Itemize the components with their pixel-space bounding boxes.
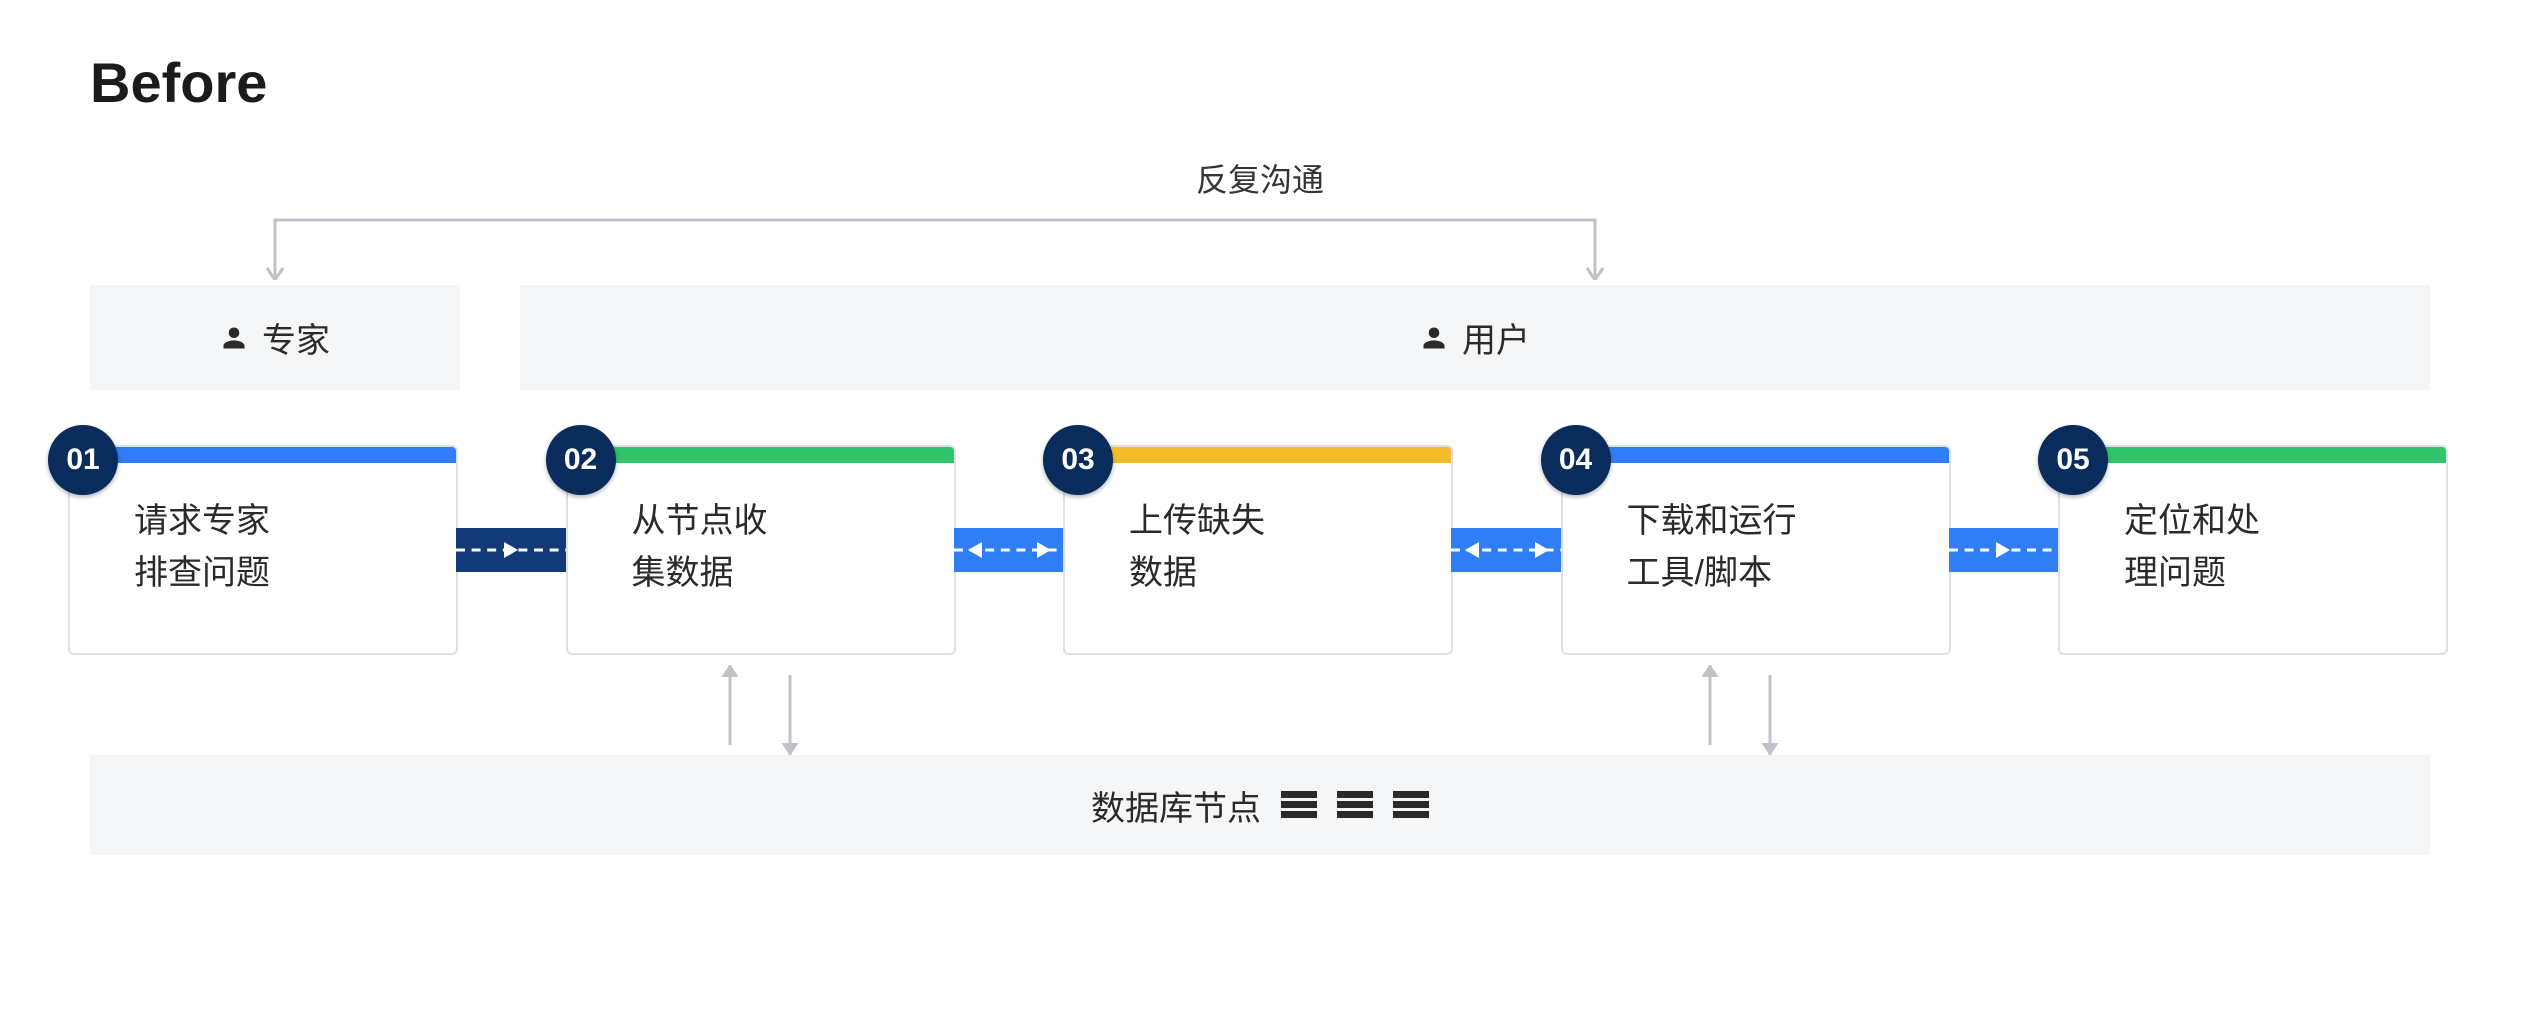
step-text-line: 排查问题 xyxy=(134,547,456,599)
db-link-arrows xyxy=(1680,665,1800,755)
step-badge: 01 xyxy=(48,425,118,495)
arrow-left-icon xyxy=(1461,540,1481,560)
database-nodes-bar: 数据库节点 xyxy=(90,755,2430,855)
arrow-connector-bidirectional xyxy=(1451,528,1563,572)
server-icon xyxy=(1393,791,1429,819)
user-role-box: 用户 xyxy=(520,285,2430,390)
step-text-line: 定位和处 xyxy=(2124,495,2446,547)
flow-diagram: 反复沟通 专家 用户 01 请求专家排查问题 02 从节点收集数据 xyxy=(90,155,2430,975)
arrow-right-icon xyxy=(1994,540,2014,560)
server-icon xyxy=(1281,791,1317,819)
step-02: 02 从节点收集数据 xyxy=(566,445,956,655)
step-text-line: 集数据 xyxy=(632,547,954,599)
step-05: 05 定位和处理问题 xyxy=(2058,445,2448,655)
step-color-bar xyxy=(70,447,456,463)
arrow-connector-bidirectional xyxy=(954,528,1066,572)
db-link-arrows xyxy=(700,665,820,755)
step-badge: 03 xyxy=(1043,425,1113,495)
step-04: 04 下载和运行工具/脚本 xyxy=(1561,445,1951,655)
step-color-bar xyxy=(2060,447,2446,463)
step-color-bar xyxy=(1065,447,1451,463)
step-text-line: 下载和运行 xyxy=(1627,495,1949,547)
step-color-bar xyxy=(1563,447,1949,463)
step-text-line: 数据 xyxy=(1129,547,1451,599)
person-icon xyxy=(1420,324,1448,352)
steps-row: 01 请求专家排查问题 02 从节点收集数据 03 上传缺失数据 xyxy=(68,435,2448,665)
expert-label: 专家 xyxy=(262,313,330,362)
step-text-line: 工具/脚本 xyxy=(1627,547,1949,599)
arrow-connector xyxy=(1949,528,2061,572)
communication-arrow xyxy=(265,210,1605,280)
step-color-bar xyxy=(568,447,954,463)
communication-label: 反复沟通 xyxy=(90,155,2430,201)
person-icon xyxy=(220,324,248,352)
step-01: 01 请求专家排查问题 xyxy=(68,445,458,655)
user-label: 用户 xyxy=(1462,313,1530,362)
expert-role-box: 专家 xyxy=(90,285,460,390)
step-text-line: 上传缺失 xyxy=(1129,495,1451,547)
step-text-line: 理问题 xyxy=(2124,547,2446,599)
server-icon xyxy=(1337,791,1373,819)
arrow-right-icon xyxy=(1533,540,1553,560)
db-label: 数据库节点 xyxy=(1091,781,1261,830)
step-03: 03 上传缺失数据 xyxy=(1063,445,1453,655)
step-badge: 05 xyxy=(2038,425,2108,495)
step-badge: 02 xyxy=(546,425,616,495)
diagram-title: Before xyxy=(90,50,2438,115)
arrow-left-icon xyxy=(964,540,984,560)
step-badge: 04 xyxy=(1541,425,1611,495)
arrow-right-icon xyxy=(502,540,522,560)
arrow-right-icon xyxy=(1035,540,1055,560)
step-text-line: 请求专家 xyxy=(134,495,456,547)
step-text-line: 从节点收 xyxy=(632,495,954,547)
arrow-connector xyxy=(456,528,568,572)
